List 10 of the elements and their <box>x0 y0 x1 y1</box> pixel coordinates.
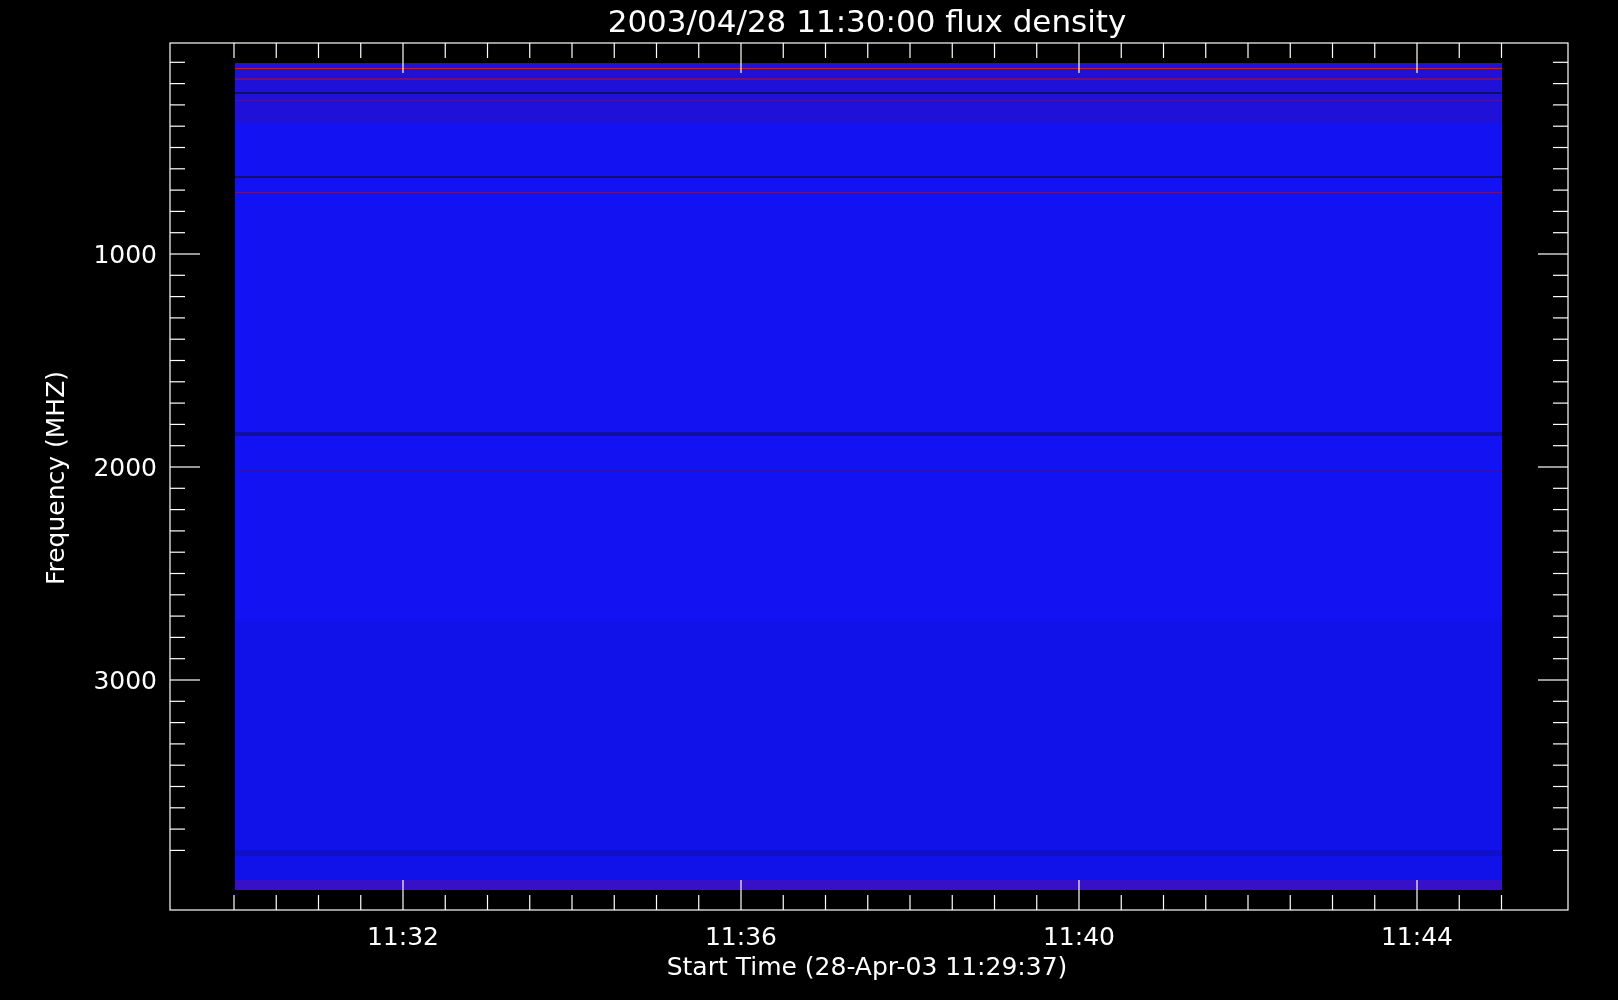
axis-tick-label: 11:44 <box>1381 922 1453 951</box>
chart-title: 2003/04/28 11:30:00 flux density <box>607 3 1127 39</box>
axis-tick-label: 11:36 <box>705 922 777 951</box>
axis-title: Frequency (MHZ) <box>41 370 70 586</box>
axis-tick-label: 11:32 <box>367 922 439 951</box>
axis-title: Start Time (28-Apr-03 11:29:37) <box>666 952 1068 981</box>
axis-tick-label: 2000 <box>93 453 157 482</box>
axis-tick-label: 1000 <box>93 240 157 269</box>
axis-tick-label: 11:40 <box>1043 922 1115 951</box>
axis-tick-label: 3000 <box>93 666 157 695</box>
